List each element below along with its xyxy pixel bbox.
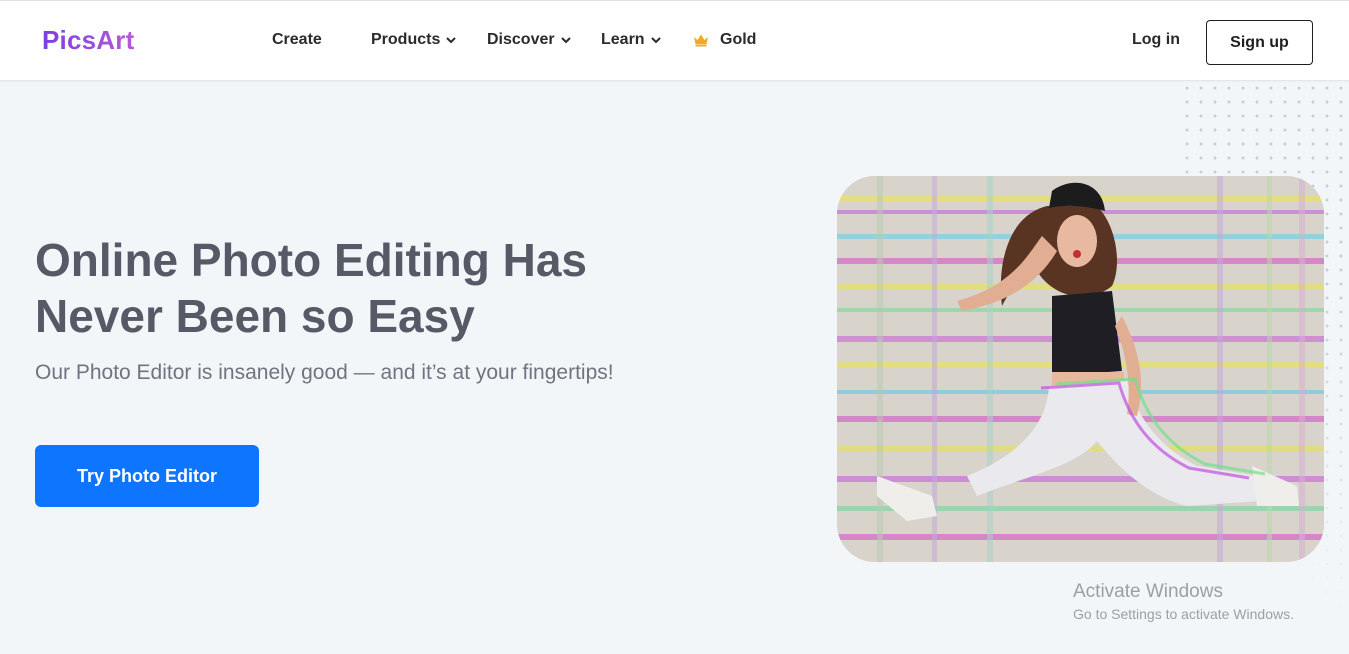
nav-create[interactable]: Create [272, 31, 322, 49]
crown-icon [694, 34, 708, 47]
signup-button[interactable]: Sign up [1206, 20, 1313, 65]
chevron-down-icon [560, 37, 571, 44]
activate-windows-subtitle: Go to Settings to activate Windows. [1073, 606, 1294, 622]
activate-windows-title: Activate Windows [1073, 581, 1223, 602]
hero-title-line1: Online Photo Editing Has [35, 234, 587, 286]
nav-discover-label: Discover [487, 31, 555, 48]
chevron-down-icon [446, 37, 457, 44]
chevron-down-icon [650, 37, 661, 44]
nav-products-label: Products [371, 31, 441, 48]
nav-products[interactable]: Products [371, 31, 457, 49]
hero-image [837, 176, 1324, 562]
nav-discover[interactable]: Discover [487, 31, 572, 49]
hero-subtitle: Our Photo Editor is insanely good — and … [35, 361, 614, 384]
nav-gold-label: Gold [720, 31, 757, 48]
top-navbar: PicsArt Create Products Discover Learn G… [0, 0, 1349, 81]
hero-title-line2: Never Been so Easy [35, 290, 475, 342]
nav-learn-label: Learn [601, 31, 645, 48]
jumping-woman-photo [837, 176, 1324, 562]
picsart-logo[interactable]: PicsArt [42, 25, 134, 56]
nav-gold[interactable]: Gold [693, 31, 756, 49]
try-photo-editor-button[interactable]: Try Photo Editor [35, 445, 259, 507]
nav-learn[interactable]: Learn [601, 31, 662, 49]
login-link[interactable]: Log in [1132, 31, 1180, 49]
hero-title: Online Photo Editing Has Never Been so E… [35, 232, 675, 344]
nav-create-label: Create [272, 31, 322, 48]
